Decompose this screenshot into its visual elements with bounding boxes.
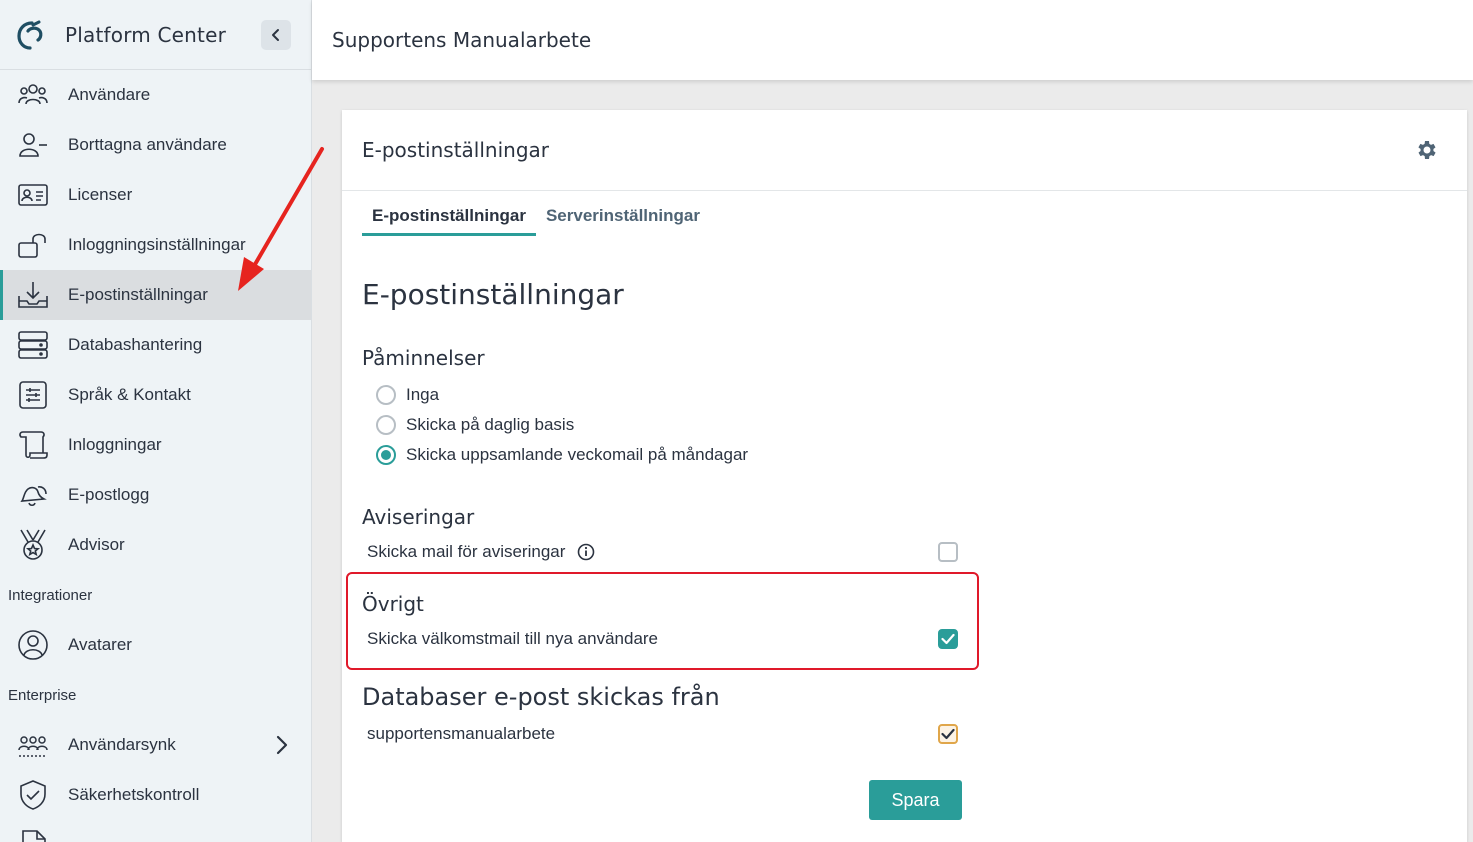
- sidebar-item-language-contact[interactable]: Språk & Kontakt: [0, 370, 311, 420]
- tab-bar: E-postinställningar Serverinställningar: [362, 200, 710, 236]
- databases-title: Databaser e-post skickas från: [362, 683, 720, 711]
- radio-button[interactable]: [376, 415, 396, 435]
- users-icon: [17, 79, 49, 111]
- server-icon: [17, 329, 49, 361]
- sidebar-item-partial[interactable]: [0, 820, 311, 842]
- platform-logo-icon: [17, 20, 43, 50]
- sidebar-item-email-settings[interactable]: E-postinställningar: [0, 270, 311, 320]
- welcome-mail-label: Skicka välkomstmail till nya användare: [367, 629, 659, 648]
- brand-header: Platform Center: [0, 0, 311, 70]
- sidebar-item-users[interactable]: Användare: [0, 70, 311, 120]
- medal-icon: [17, 529, 49, 561]
- gear-icon[interactable]: [1415, 138, 1439, 162]
- notifications-row: Skicka mail för aviseringar: [367, 542, 958, 562]
- radio-label: Skicka uppsamlande veckomail på måndagar: [406, 445, 749, 464]
- sidebar: Platform Center Användare Borttagna anvä…: [0, 0, 312, 842]
- sidebar-item-user-sync[interactable]: Användarsynk: [0, 720, 311, 770]
- reminder-option-daily[interactable]: Skicka på daglig basis: [376, 415, 574, 435]
- reminder-option-weekly[interactable]: Skicka uppsamlande veckomail på måndagar: [376, 445, 748, 465]
- sidebar-item-login-settings[interactable]: Inloggningsinställningar: [0, 220, 311, 270]
- page-title: Supportens Manualarbete: [332, 28, 592, 52]
- reminder-option-none[interactable]: Inga: [376, 385, 439, 405]
- sidebar-item-label: Inloggningar: [68, 435, 162, 454]
- radio-label: Inga: [406, 385, 440, 404]
- welcome-mail-checkbox[interactable]: [938, 629, 958, 649]
- top-bar: Supportens Manualarbete: [312, 0, 1473, 80]
- id-card-icon: [17, 179, 49, 211]
- sidebar-item-label: Avatarer: [68, 635, 132, 654]
- scroll-icon: [17, 429, 49, 461]
- users-sync-icon: [17, 729, 49, 761]
- welcome-mail-row: Skicka välkomstmail till nya användare: [367, 629, 958, 649]
- check-icon: [941, 728, 955, 740]
- sidebar-item-label: Säkerhetskontroll: [68, 785, 200, 804]
- sidebar-item-label: Advisor: [68, 535, 125, 554]
- section-enterprise-title: Enterprise: [8, 686, 77, 704]
- user-remove-icon: [17, 129, 49, 161]
- sidebar-item-label: Borttagna användare: [68, 135, 227, 154]
- info-icon[interactable]: [577, 543, 595, 561]
- notifications-title: Aviseringar: [362, 505, 475, 529]
- sidebar-item-deleted-users[interactable]: Borttagna användare: [0, 120, 311, 170]
- sidebar-item-advisor[interactable]: Advisor: [0, 520, 311, 570]
- sidebar-item-label: Språk & Kontakt: [68, 385, 191, 404]
- notifications-checkbox[interactable]: [938, 542, 958, 562]
- sidebar-item-security-check[interactable]: Säkerhetskontroll: [0, 770, 311, 820]
- sidebar-item-avatars[interactable]: Avatarer: [0, 620, 311, 670]
- brand-name: Platform Center: [65, 22, 227, 47]
- sidebar-item-licenses[interactable]: Licenser: [0, 170, 311, 220]
- radio-button[interactable]: [376, 385, 396, 405]
- email-settings-card: E-postinställningar E-postinställningar …: [342, 110, 1467, 842]
- sidebar-item-label: Användare: [68, 85, 151, 104]
- radio-label: Skicka på daglig basis: [406, 415, 575, 434]
- radio-button[interactable]: [376, 445, 396, 465]
- chevron-left-icon: [272, 29, 279, 41]
- section-heading: E-postinställningar: [362, 278, 624, 311]
- user-circle-icon: [17, 629, 49, 661]
- sliders-icon: [17, 379, 49, 411]
- sidebar-item-label: E-postinställningar: [68, 285, 208, 304]
- database-row: supportensmanualarbete: [367, 724, 958, 744]
- sidebar-item-label: E-postlogg: [68, 485, 150, 504]
- unlock-icon: [17, 229, 49, 261]
- sidebar-item-label: Användarsynk: [68, 735, 176, 754]
- other-title: Övrigt: [362, 592, 424, 616]
- card-header: E-postinställningar: [342, 110, 1467, 191]
- shield-check-icon: [17, 779, 49, 811]
- section-integrations-title: Integrationer: [8, 586, 93, 604]
- database-label: supportensmanualarbete: [367, 724, 556, 743]
- save-button[interactable]: Spara: [869, 780, 962, 820]
- sidebar-item-email-log[interactable]: E-postlogg: [0, 470, 311, 520]
- database-checkbox[interactable]: [938, 724, 958, 744]
- sidebar-item-label: Databashantering: [68, 335, 203, 354]
- collapse-sidebar-button[interactable]: [261, 20, 291, 50]
- chevron-right-icon[interactable]: [272, 733, 292, 757]
- document-icon: [17, 829, 49, 842]
- sidebar-item-database[interactable]: Databashantering: [0, 320, 311, 370]
- check-icon: [941, 633, 955, 645]
- bells-icon: [17, 479, 49, 511]
- inbox-download-icon: [17, 279, 49, 311]
- reminders-title: Påminnelser: [362, 346, 485, 370]
- tab-email-settings[interactable]: E-postinställningar: [362, 200, 536, 236]
- sidebar-item-label: Inloggningsinställningar: [68, 235, 246, 254]
- sidebar-item-logins[interactable]: Inloggningar: [0, 420, 311, 470]
- notifications-label: Skicka mail för aviseringar: [367, 542, 566, 561]
- sidebar-item-label: Licenser: [68, 185, 133, 204]
- tab-server-settings[interactable]: Serverinställningar: [536, 200, 710, 236]
- card-title: E-postinställningar: [362, 138, 549, 162]
